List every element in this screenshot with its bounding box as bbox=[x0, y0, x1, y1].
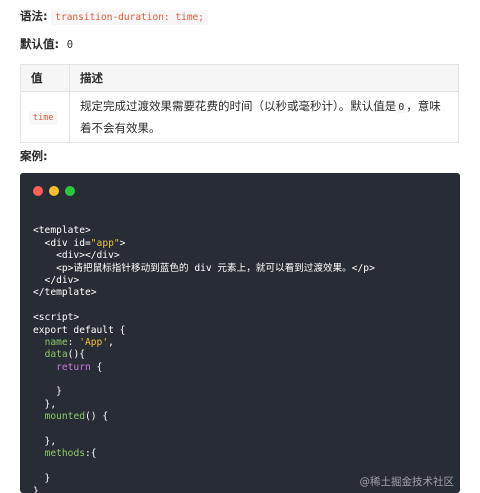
code-line: </div> bbox=[33, 275, 375, 287]
code-line: <script> bbox=[33, 312, 375, 324]
code-token: </div> bbox=[33, 274, 80, 286]
code-token: </template> bbox=[33, 287, 97, 299]
code-token: }, bbox=[33, 436, 57, 448]
code-token: }, bbox=[33, 398, 57, 410]
code-line: return { bbox=[33, 362, 375, 374]
code-line: </template> bbox=[33, 287, 375, 299]
code-token: name bbox=[44, 336, 68, 348]
code-line: <div id="app"> bbox=[33, 238, 375, 250]
code-line: }, bbox=[33, 399, 375, 411]
code-token: } bbox=[33, 485, 39, 493]
example-row: 案例: bbox=[20, 148, 48, 164]
syntax-row: 语法: transition-duration: time; bbox=[20, 8, 208, 25]
code-token: data bbox=[44, 349, 68, 361]
desc-inline-code: 0 bbox=[396, 102, 407, 113]
table-cell-value: time bbox=[20, 91, 70, 143]
code-line: name: 'App', bbox=[33, 337, 375, 349]
code-line: }, bbox=[33, 436, 375, 448]
table-header-desc: 描述 bbox=[69, 64, 459, 92]
code-line: export default { bbox=[33, 325, 375, 337]
code-token: , bbox=[108, 336, 114, 348]
code-content: <template> <div id="app"> <div></div> <p… bbox=[33, 213, 375, 493]
code-token: <div></div> bbox=[33, 250, 120, 262]
code-token: :{ bbox=[85, 448, 97, 460]
default-label: 默认值: bbox=[20, 37, 60, 51]
code-token: } bbox=[33, 473, 51, 485]
code-line: } bbox=[33, 486, 375, 493]
default-row: 默认值: 0 bbox=[20, 36, 73, 52]
watermark: @稀土掘金技术社区 bbox=[359, 476, 455, 488]
code-token: methods bbox=[44, 448, 85, 460]
code-token: 'App' bbox=[79, 336, 109, 348]
table-header-row: 值 描述 bbox=[20, 64, 459, 92]
code-line: mounted() { bbox=[33, 411, 375, 423]
code-token: <div id= bbox=[33, 237, 91, 249]
value-code: time bbox=[29, 111, 58, 125]
table-header-value: 值 bbox=[20, 64, 70, 92]
code-token: () { bbox=[85, 411, 109, 423]
window-dot-yellow bbox=[49, 186, 59, 196]
code-token: <template> bbox=[33, 225, 91, 237]
code-line: data(){ bbox=[33, 349, 375, 361]
code-line: <div></div> bbox=[33, 250, 375, 262]
code-block: <template> <div id="app"> <div></div> <p… bbox=[20, 173, 460, 493]
table-cell-desc: 规定完成过渡效果需要花费的时间（以秒或毫秒计）。默认值是 0 ，意味着不会有效果。 bbox=[69, 91, 459, 143]
code-line: methods:{ bbox=[33, 448, 375, 460]
code-token: mounted bbox=[44, 411, 85, 423]
example-label: 案例: bbox=[20, 149, 48, 163]
code-line: } bbox=[33, 473, 375, 485]
syntax-label: 语法: bbox=[20, 9, 48, 23]
default-value: 0 bbox=[66, 39, 74, 51]
code-line: } bbox=[33, 386, 375, 398]
property-table: 值 描述 time 规定完成过渡效果需要花费的时间（以秒或毫秒计）。默认值是 0，… bbox=[20, 64, 459, 143]
code-token: } bbox=[33, 386, 62, 398]
code-token: <p>请把鼠标指针移动到蓝色的 div 元素上，就可以看到过渡效果。</p> bbox=[33, 262, 375, 274]
code-token: { bbox=[90, 361, 103, 373]
code-line: <template> bbox=[33, 225, 375, 237]
code-token: : bbox=[67, 336, 80, 348]
code-token: "app" bbox=[90, 237, 120, 249]
table-row: time 规定完成过渡效果需要花费的时间（以秒或毫秒计）。默认值是 0 ，意味着不会… bbox=[20, 91, 459, 143]
window-dot-red bbox=[33, 186, 43, 196]
code-line: <p>请把鼠标指针移动到蓝色的 div 元素上，就可以看到过渡效果。</p> bbox=[33, 263, 375, 275]
code-token: <script> bbox=[33, 312, 80, 324]
code-token: return bbox=[56, 361, 91, 373]
syntax-code: transition-duration: time; bbox=[51, 10, 208, 25]
desc-text: 规定完成过渡效果需要花费的时间（以秒或毫秒计）。默认值是 bbox=[80, 99, 397, 113]
code-token: (){ bbox=[67, 349, 85, 361]
code-token: > bbox=[119, 237, 126, 249]
window-dot-green bbox=[65, 186, 75, 196]
code-token: export default { bbox=[33, 324, 126, 336]
